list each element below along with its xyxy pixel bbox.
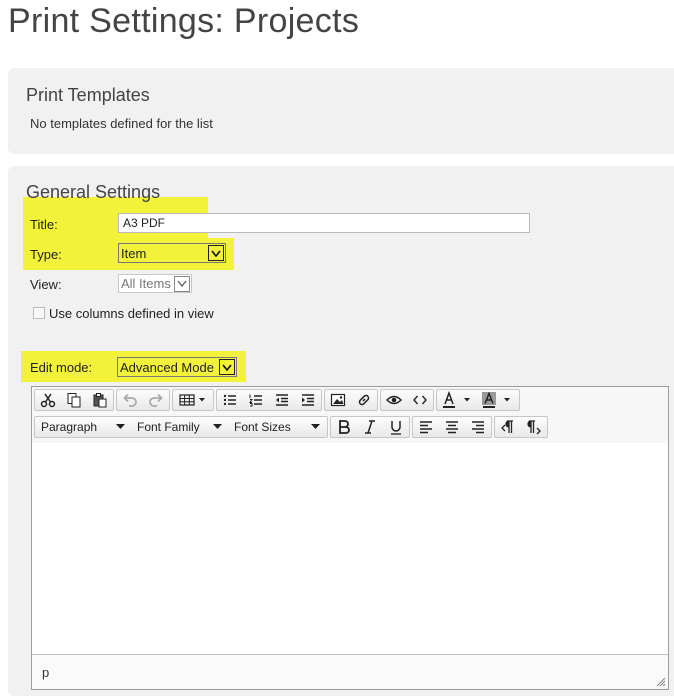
font-sizes-dropdown[interactable]: Font Sizes [228,417,326,437]
undo-icon[interactable] [117,390,143,410]
font-sizes-dropdown-label: Font Sizes [234,420,291,434]
text-color-icon[interactable] [437,390,477,410]
element-path[interactable]: p [42,665,49,680]
align-center-icon[interactable] [439,417,465,437]
history-group [116,389,170,411]
format-dropdown-group: Paragraph Font Family Font Sizes [34,416,328,438]
chevron-down-icon [208,245,224,261]
preview-icon[interactable] [381,390,407,410]
title-input-value: A3 PDF [123,216,166,230]
direction-group [494,416,548,438]
align-left-icon[interactable] [413,417,439,437]
paragraph-dropdown-label: Paragraph [41,420,98,434]
font-family-dropdown-label: Font Family [137,420,200,434]
alignment-group [412,416,492,438]
editor-toolbar: Paragraph Font Family Font Sizes [32,387,668,444]
print-templates-panel: Print Templates No templates defined for… [8,68,674,154]
view-group [380,389,434,411]
source-code-icon[interactable] [407,390,433,410]
italic-icon[interactable] [357,417,383,437]
text-style-group [330,416,410,438]
chevron-down-icon [219,359,235,375]
underline-icon[interactable] [383,417,409,437]
resize-handle-icon[interactable] [656,677,666,687]
ltr-icon[interactable] [495,417,521,437]
clipboard-group [34,389,114,411]
link-icon[interactable] [351,390,377,410]
view-label: View: [30,277,62,292]
cut-icon[interactable] [35,390,61,410]
outdent-icon[interactable] [269,390,295,410]
type-select[interactable]: Item [118,243,226,263]
type-select-value: Item [121,245,147,261]
bold-icon[interactable] [331,417,357,437]
editor-statusbar: p [32,654,668,689]
type-label: Type: [30,247,62,262]
background-color-icon[interactable] [477,390,517,410]
color-group [436,389,520,411]
edit-mode-select[interactable]: Advanced Mode [117,357,237,377]
image-icon[interactable] [325,390,351,410]
numbered-list-icon[interactable] [243,390,269,410]
list-group [216,389,322,411]
table-icon[interactable] [173,390,213,410]
bullet-list-icon[interactable] [217,390,243,410]
title-label: Title: [30,217,58,232]
edit-mode-label: Edit mode: [30,360,93,375]
insert-group [324,389,378,411]
edit-mode-select-value: Advanced Mode [120,359,214,375]
use-columns-label: Use columns defined in view [49,306,214,321]
paste-icon[interactable] [87,390,113,410]
use-columns-checkbox[interactable] [33,307,45,319]
rich-text-editor: Paragraph Font Family Font Sizes p [31,386,669,690]
page-title: Print Settings: Projects [8,2,360,40]
caret-down-icon [311,424,320,429]
title-input[interactable]: A3 PDF [118,213,530,233]
no-templates-message: No templates defined for the list [30,116,213,131]
align-right-icon[interactable] [465,417,491,437]
caret-down-icon [213,424,222,429]
view-select-value: All Items [121,276,171,291]
chevron-down-icon [174,275,190,292]
view-select: All Items [118,274,192,293]
paragraph-dropdown[interactable]: Paragraph [35,417,131,437]
redo-icon[interactable] [143,390,169,410]
general-settings-heading: General Settings [26,182,161,202]
table-group [172,389,214,411]
caret-down-icon [116,424,125,429]
editor-content-area[interactable] [32,443,668,655]
print-templates-heading: Print Templates [26,85,150,105]
rtl-icon[interactable] [521,417,547,437]
copy-icon[interactable] [61,390,87,410]
font-family-dropdown[interactable]: Font Family [131,417,228,437]
indent-icon[interactable] [295,390,321,410]
